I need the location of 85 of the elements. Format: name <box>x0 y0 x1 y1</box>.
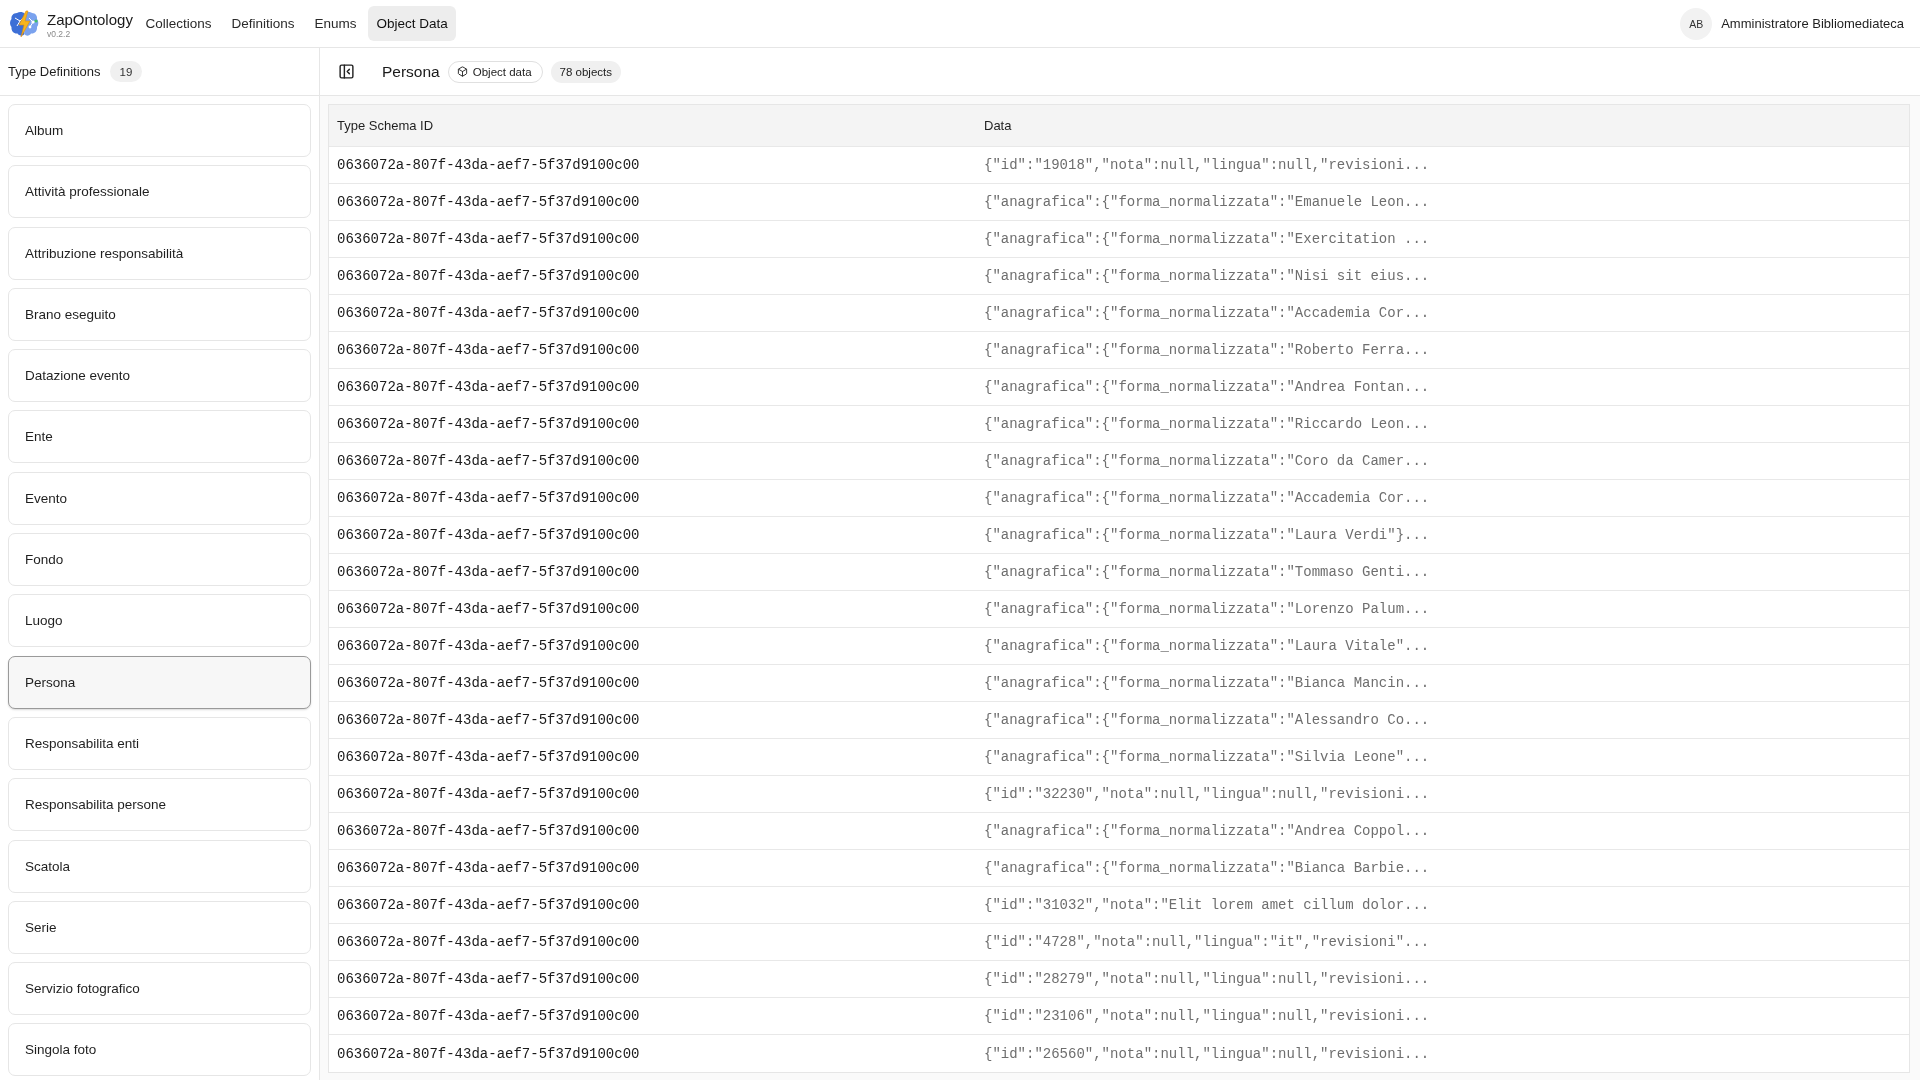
type-definition-item[interactable]: Serie <box>8 900 311 954</box>
table-cell-text: {"id":"28279","nota":null,"lingua":null,"revisioni... <box>983 970 1431 989</box>
table-cell-text: 0636072a-807f-43da-aef7-5f37d9100c00 <box>336 156 641 175</box>
type-definition-item[interactable]: Brano eseguito <box>8 287 311 341</box>
table-cell-text: 0636072a-807f-43da-aef7-5f37d9100c00 <box>336 1007 641 1026</box>
table-cell-text: {"anagrafica":{"forma_normalizzata":"Bianca Mancin... <box>983 674 1431 693</box>
table-cell-text: {"anagrafica":{"forma_normalizzata":"Andrea Fontan... <box>983 378 1431 397</box>
table-cell-text: {"anagrafica":{"forma_normalizzata":"Emanuele Leon... <box>983 193 1431 212</box>
table-cell-text: 0636072a-807f-43da-aef7-5f37d9100c00 <box>336 674 641 693</box>
table-cell-text: 0636072a-807f-43da-aef7-5f37d9100c00 <box>336 785 641 804</box>
table-cell-text: {"id":"19018","nota":null,"lingua":null,"revisioni... <box>983 156 1431 175</box>
panel-left-icon <box>338 63 355 80</box>
table-cell-text: {"anagrafica":{"forma_normalizzata":"Nisi sit eius... <box>983 267 1431 286</box>
nav-tab[interactable]: Collections <box>136 6 220 41</box>
cube-icon <box>456 66 468 77</box>
table-cell-text: 0636072a-807f-43da-aef7-5f37d9100c00 <box>336 230 641 249</box>
table-cell-text: 0636072a-807f-43da-aef7-5f37d9100c00 <box>336 970 641 989</box>
count-badge: 19 <box>109 61 143 82</box>
nav-tab[interactable]: Object Data <box>368 6 457 41</box>
table-cell-text: {"anagrafica":{"forma_normalizzata":"Andrea Coppol... <box>983 822 1431 841</box>
nav-tab[interactable]: Definitions <box>222 6 303 41</box>
nav-tab[interactable]: Enums <box>305 6 365 41</box>
type-definition-item[interactable]: Ente <box>8 410 311 464</box>
type-badge-label: Object data <box>472 65 532 78</box>
brain-logo-icon <box>9 8 39 39</box>
table-cell-text: 0636072a-807f-43da-aef7-5f37d9100c00 <box>336 526 641 545</box>
sidebar-toggle-button[interactable] <box>338 63 355 80</box>
page-title: Persona <box>382 62 440 81</box>
app-version: v0.2.2 <box>47 29 72 40</box>
table-cell-text: 0636072a-807f-43da-aef7-5f37d9100c00 <box>336 193 641 212</box>
table-cell-text: 0636072a-807f-43da-aef7-5f37d9100c00 <box>336 378 641 397</box>
table-cell-text: 0636072a-807f-43da-aef7-5f37d9100c00 <box>336 748 641 767</box>
table-cell-text: 0636072a-807f-43da-aef7-5f37d9100c00 <box>336 415 641 434</box>
table-cell-text: 0636072a-807f-43da-aef7-5f37d9100c00 <box>336 489 641 508</box>
table-cell-text: {"id":"31032","nota":"Elit lorem amet cillum dolor... <box>983 896 1431 915</box>
table-cell-text: 0636072a-807f-43da-aef7-5f37d9100c00 <box>336 637 641 656</box>
table-cell-text: 0636072a-807f-43da-aef7-5f37d9100c00 <box>336 452 641 471</box>
column-header: Type Schema ID <box>336 117 435 135</box>
table-cell-text: {"anagrafica":{"forma_normalizzata":"Exercitation ... <box>983 230 1431 249</box>
table-cell-text: 0636072a-807f-43da-aef7-5f37d9100c00 <box>336 822 641 841</box>
table-cell-text: {"id":"26560","nota":null,"lingua":null,"revisioni... <box>983 1044 1431 1064</box>
table-cell-text: {"id":"23106","nota":null,"lingua":null,"revisioni... <box>983 1007 1431 1026</box>
table-cell-text: {"anagrafica":{"forma_normalizzata":"Accademia Cor... <box>983 304 1431 323</box>
table-cell-text: {"anagrafica":{"forma_normalizzata":"Accademia Cor... <box>983 489 1431 508</box>
table-cell-text: {"anagrafica":{"forma_normalizzata":"Alessandro Co... <box>983 711 1431 730</box>
type-definition-item[interactable]: Responsabilita persone <box>8 778 311 832</box>
table-cell-text: {"anagrafica":{"forma_normalizzata":"Lorenzo Palum... <box>983 600 1431 619</box>
table-cell-text: 0636072a-807f-43da-aef7-5f37d9100c00 <box>336 267 641 286</box>
column-header: Data <box>983 117 1013 135</box>
table-cell-text: {"anagrafica":{"forma_normalizzata":"Bianca Barbie... <box>983 859 1431 878</box>
table-cell-text: {"anagrafica":{"forma_normalizzata":"Laura Vitale"... <box>983 637 1431 656</box>
type-definition-item[interactable]: Fondo <box>8 533 311 587</box>
table-cell-text: {"anagrafica":{"forma_normalizzata":"Tommaso Genti... <box>983 563 1431 582</box>
user-avatar[interactable]: AB <box>1680 7 1713 40</box>
table-cell-text: 0636072a-807f-43da-aef7-5f37d9100c00 <box>336 896 641 915</box>
table-cell-text: 0636072a-807f-43da-aef7-5f37d9100c00 <box>336 600 641 619</box>
table-cell-text: {"anagrafica":{"forma_normalizzata":"Silvia Leone"... <box>983 748 1431 767</box>
user-name: Amministratore Bibliomediateca <box>1721 16 1904 31</box>
type-definition-item[interactable]: Attribuzione responsabilità <box>8 226 311 280</box>
table-cell-text: 0636072a-807f-43da-aef7-5f37d9100c00 <box>336 1044 641 1064</box>
type-definition-item[interactable]: Datazione evento <box>8 349 311 403</box>
table-cell-text: 0636072a-807f-43da-aef7-5f37d9100c00 <box>336 859 641 878</box>
table-cell-text: 0636072a-807f-43da-aef7-5f37d9100c00 <box>336 304 641 323</box>
type-definition-item[interactable]: Luogo <box>8 594 311 648</box>
table-cell-text: {"id":"32230","nota":null,"lingua":null,"revisioni... <box>983 785 1431 804</box>
table-cell-text: {"anagrafica":{"forma_normalizzata":"Riccardo Leon... <box>983 415 1431 434</box>
table-cell-text: 0636072a-807f-43da-aef7-5f37d9100c00 <box>336 711 641 730</box>
type-definition-item[interactable]: Attività professionale <box>8 165 311 219</box>
type-definition-item[interactable]: Evento <box>8 471 311 525</box>
type-definition-item[interactable]: Responsabilita enti <box>8 716 311 770</box>
table-cell-text: 0636072a-807f-43da-aef7-5f37d9100c00 <box>336 933 641 952</box>
table-cell-text: {"anagrafica":{"forma_normalizzata":"Laura Verdi"}... <box>983 526 1431 545</box>
table-cell-text: {"id":"4728","nota":null,"lingua":"it","revisioni"... <box>983 933 1431 952</box>
table-cell-text: 0636072a-807f-43da-aef7-5f37d9100c00 <box>336 563 641 582</box>
count-badge: 78 objects <box>550 60 621 83</box>
type-definition-item[interactable]: Servizio fotografico <box>8 962 311 1016</box>
table-cell-text: 0636072a-807f-43da-aef7-5f37d9100c00 <box>336 341 641 360</box>
type-definition-item[interactable]: Singola foto <box>8 1023 311 1077</box>
table-cell-text: {"anagrafica":{"forma_normalizzata":"Roberto Ferra... <box>983 341 1431 360</box>
table-cell-text: {"anagrafica":{"forma_normalizzata":"Coro da Camer... <box>983 452 1431 471</box>
sidebar-title: Type Definitions <box>8 64 101 79</box>
type-definition-item[interactable]: Scatola <box>8 839 311 893</box>
app-name: ZapOntology <box>47 11 133 29</box>
type-definition-item[interactable]: Persona <box>8 655 311 709</box>
type-definition-item[interactable]: Album <box>8 104 311 157</box>
